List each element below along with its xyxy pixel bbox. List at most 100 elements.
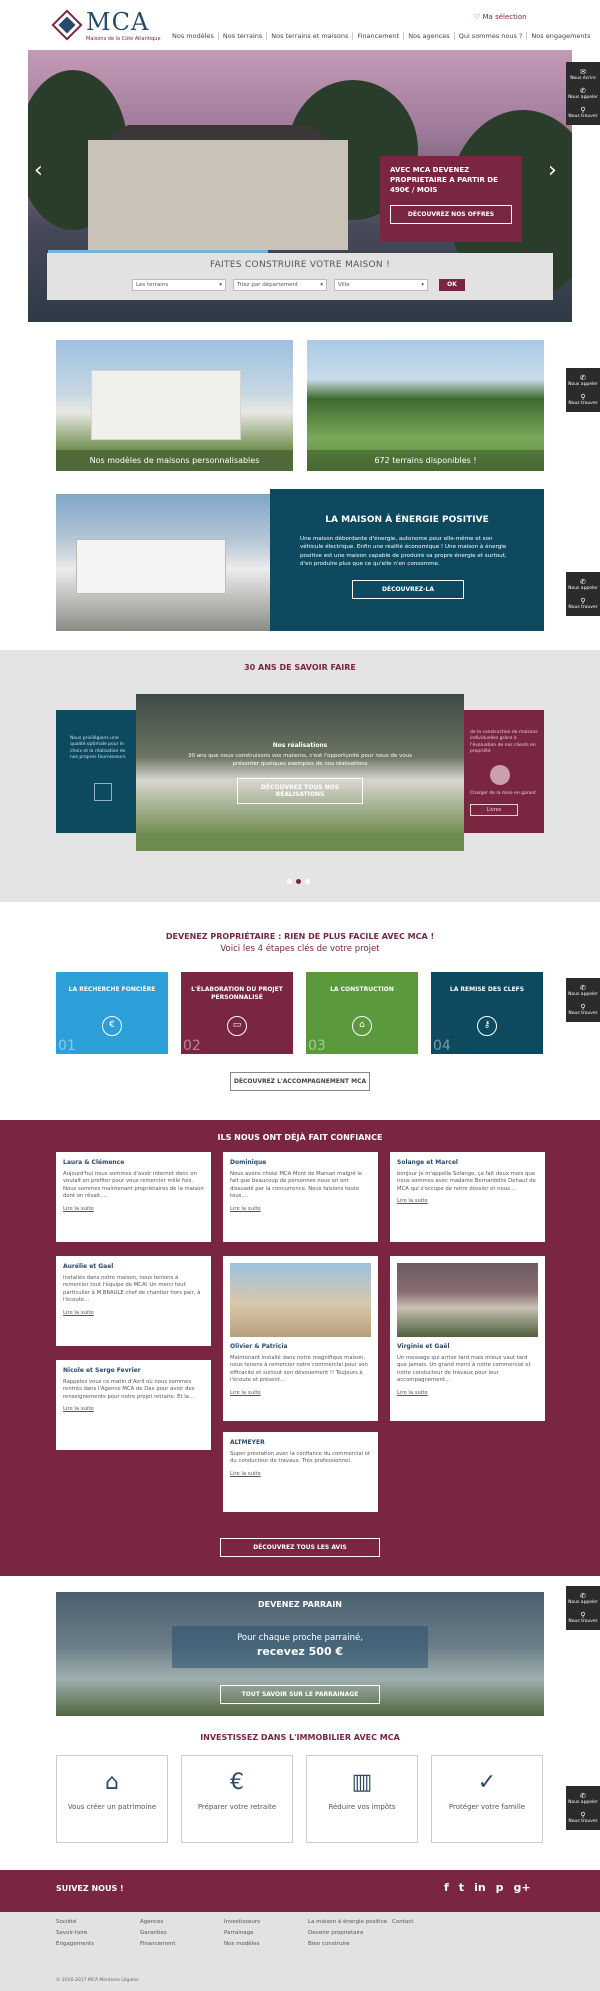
call-us-button[interactable]: ✆Nous appeler bbox=[566, 371, 600, 390]
realisation-side-card[interactable]: de la construction de maisons individuel… bbox=[464, 710, 544, 833]
realisation-slide[interactable]: Nos réalisations 30 ans que nous constru… bbox=[136, 694, 464, 851]
call-us-button[interactable]: ✆Nous appeler bbox=[566, 981, 600, 1000]
page: MCA Maisons de la Côte Atlantique ♡ Ma s… bbox=[0, 0, 600, 1991]
step-label: LA REMISE DES CLEFS bbox=[449, 986, 525, 993]
read-more-link[interactable]: Lire la suite bbox=[63, 1310, 204, 1316]
prev-arrow-icon[interactable]: ‹ bbox=[34, 158, 43, 183]
slider-dot[interactable] bbox=[287, 879, 292, 884]
nav-lands[interactable]: Nos terrains bbox=[217, 32, 266, 40]
linkedin-icon[interactable]: in bbox=[474, 1881, 486, 1894]
footer-link[interactable]: Financement bbox=[140, 1941, 220, 1947]
next-arrow-icon[interactable]: › bbox=[548, 158, 557, 183]
nav-about[interactable]: Qui sommes nous ? bbox=[453, 32, 527, 40]
google-plus-icon[interactable]: g+ bbox=[514, 1881, 531, 1894]
realisation-side-card[interactable]: Nous privilégions une qualité optimale p… bbox=[56, 710, 136, 833]
step-icon: ⚷ bbox=[477, 1016, 497, 1036]
find-us-button[interactable]: ⚲Nous trouver bbox=[566, 1000, 600, 1019]
realisations-button[interactable]: DÉCOUVREZ TOUS NOS RÉALISATIONS bbox=[237, 778, 363, 805]
department-select[interactable]: Triez par département ▾ bbox=[233, 279, 327, 291]
invest-label: Vous créer un patrimoine bbox=[67, 1803, 157, 1811]
lands-card[interactable]: 672 terrains disponibles ! bbox=[307, 340, 544, 471]
nav-models[interactable]: Nos modèles bbox=[168, 32, 218, 40]
mail-icon: ✉ bbox=[580, 68, 586, 76]
footer-link[interactable]: Parrainage bbox=[224, 1930, 304, 1936]
nav-agencies[interactable]: Nos agences bbox=[403, 32, 453, 40]
favorites-link[interactable]: ♡ Ma sélection bbox=[474, 13, 527, 21]
find-us-button[interactable]: ⚲Nous trouver bbox=[566, 390, 600, 409]
footer-link[interactable]: Devenir propriétaire bbox=[308, 1930, 388, 1936]
energy-title: LA MAISON À ÉNERGIE POSITIVE bbox=[325, 515, 489, 525]
footer-link[interactable]: Nos modèles bbox=[224, 1941, 304, 1947]
offers-button[interactable]: DÉCOUVREZ NOS OFFRES bbox=[390, 205, 512, 225]
invest-card[interactable]: ▥ Réduire vos impôts bbox=[306, 1755, 418, 1843]
city-select[interactable]: Ville ▾ bbox=[334, 279, 428, 291]
read-more-link[interactable]: Lire la suite bbox=[63, 1206, 204, 1212]
footer-link[interactable]: Agences bbox=[140, 1919, 220, 1925]
read-more-link[interactable]: Lire la suite bbox=[397, 1198, 538, 1204]
nav-commitments[interactable]: Nos engagements bbox=[526, 32, 594, 40]
call-us-button[interactable]: ✆Nous appeler bbox=[566, 1589, 600, 1608]
step-card[interactable]: L'ÉLABORATION DU PROJET PERSONNALISÉ ▭ 02 bbox=[181, 972, 293, 1054]
location-icon: ⚲ bbox=[580, 1003, 586, 1011]
invest-card[interactable]: ✓ Protéger votre famille bbox=[431, 1755, 543, 1843]
lands-card-caption: 672 terrains disponibles ! bbox=[307, 450, 544, 471]
find-us-button[interactable]: ⚲Nous trouver bbox=[566, 103, 600, 122]
nav-lands-houses[interactable]: Nos terrains et maisons bbox=[266, 32, 352, 40]
step-card[interactable]: LA RECHERCHE FONCIÈRE €01 bbox=[56, 972, 168, 1054]
review-name: Laura & Clémence bbox=[63, 1159, 125, 1166]
footer-link[interactable]: Savoir-faire bbox=[56, 1930, 136, 1936]
nav-financing[interactable]: Financement bbox=[352, 32, 403, 40]
write-us-button[interactable]: ✉ Nous écrire bbox=[566, 65, 600, 84]
footer-link[interactable]: La maison à énergie positive bbox=[308, 1919, 388, 1925]
find-us-button[interactable]: ⚲Nous trouver bbox=[566, 594, 600, 613]
sponsorship-button[interactable]: TOUT SAVOIR SUR LE PARRAINAGE bbox=[220, 1685, 380, 1704]
accompaniment-button[interactable]: DÉCOUVREZ L'ACCOMPAGNEMENT MCA bbox=[230, 1072, 370, 1091]
invest-card[interactable]: ⌂ Vous créer un patrimoine bbox=[56, 1755, 168, 1843]
write-us-label: Nous écrire bbox=[570, 76, 596, 81]
invest-title: INVESTISSEZ DANS L'IMMOBILIER AVEC MCA bbox=[200, 1733, 400, 1742]
footer-link[interactable]: Société bbox=[56, 1919, 136, 1925]
find-us-button[interactable]: ⚲Nous trouver bbox=[566, 1608, 600, 1627]
review-card: Laura & Clémence Aujourd'hui nous sommes… bbox=[56, 1152, 211, 1242]
review-name: Olivier & Patricia bbox=[230, 1343, 288, 1350]
models-card[interactable]: Nos modèles de maisons personnalisables bbox=[56, 340, 293, 471]
lands-select[interactable]: Les terrains ▾ bbox=[132, 279, 226, 291]
step-card[interactable]: LA CONSTRUCTION ⌂ 03 bbox=[306, 972, 418, 1054]
search-ok-button[interactable]: OK bbox=[439, 279, 465, 291]
read-more-link[interactable]: Lire la suite bbox=[397, 1390, 538, 1396]
footer-link[interactable]: Engagements bbox=[56, 1941, 136, 1947]
side-card-button[interactable]: Livres bbox=[470, 804, 518, 817]
footer-link[interactable]: Investisseurs bbox=[224, 1919, 304, 1925]
logo[interactable]: MCA bbox=[86, 8, 149, 36]
twitter-icon[interactable]: t bbox=[459, 1881, 464, 1894]
footer-link[interactable]: Bien construire bbox=[308, 1941, 388, 1947]
find-us-button[interactable]: ⚲Nous trouver bbox=[566, 1808, 600, 1827]
read-more-link[interactable]: Lire la suite bbox=[63, 1406, 204, 1412]
invest-card[interactable]: € Préparer votre retraite bbox=[181, 1755, 293, 1843]
read-more-link[interactable]: Lire la suite bbox=[230, 1471, 371, 1477]
sponsorship-banner: DEVENEZ PARRAIN Pour chaque proche parra… bbox=[56, 1592, 544, 1716]
invest-icon: ▥ bbox=[351, 1770, 373, 1795]
call-us-button[interactable]: ✆Nous appeler bbox=[566, 1789, 600, 1808]
search-title: FAITES CONSTRUIRE VOTRE MAISON ! bbox=[209, 260, 391, 270]
call-us-label: Nous appeler bbox=[568, 586, 598, 591]
slider-dot[interactable] bbox=[305, 879, 310, 884]
reviews-title: ILS NOUS ONT DÉJÀ FAIT CONFIANCE bbox=[217, 1133, 383, 1142]
call-us-label: Nous appeler bbox=[568, 382, 598, 387]
review-card: Solange et Marcel bonjour je m'appelle S… bbox=[390, 1152, 545, 1242]
facebook-icon[interactable]: f bbox=[444, 1881, 449, 1894]
read-more-link[interactable]: Lire la suite bbox=[230, 1206, 371, 1212]
sponsorship-offer: Pour chaque proche parrainé, recevez 500… bbox=[172, 1626, 428, 1668]
footer-link[interactable]: Garanties bbox=[140, 1930, 220, 1936]
step-card[interactable]: LA REMISE DES CLEFS ⚷ 04 bbox=[431, 972, 543, 1054]
logo-icon[interactable] bbox=[51, 9, 83, 41]
slider-dot-active[interactable] bbox=[296, 879, 301, 884]
main-nav: Nos modèles Nos terrains Nos terrains et… bbox=[168, 32, 594, 40]
call-us-button[interactable]: ✆Nous appeler bbox=[566, 84, 600, 103]
pinterest-icon[interactable]: p bbox=[496, 1881, 504, 1894]
footer-link[interactable]: Contact bbox=[392, 1919, 472, 1925]
read-more-link[interactable]: Lire la suite bbox=[230, 1390, 371, 1396]
energy-button[interactable]: DÉCOUVREZ-LA bbox=[352, 579, 464, 599]
call-us-button[interactable]: ✆Nous appeler bbox=[566, 575, 600, 594]
all-reviews-button[interactable]: DÉCOUVREZ TOUS LES AVIS bbox=[220, 1538, 380, 1557]
